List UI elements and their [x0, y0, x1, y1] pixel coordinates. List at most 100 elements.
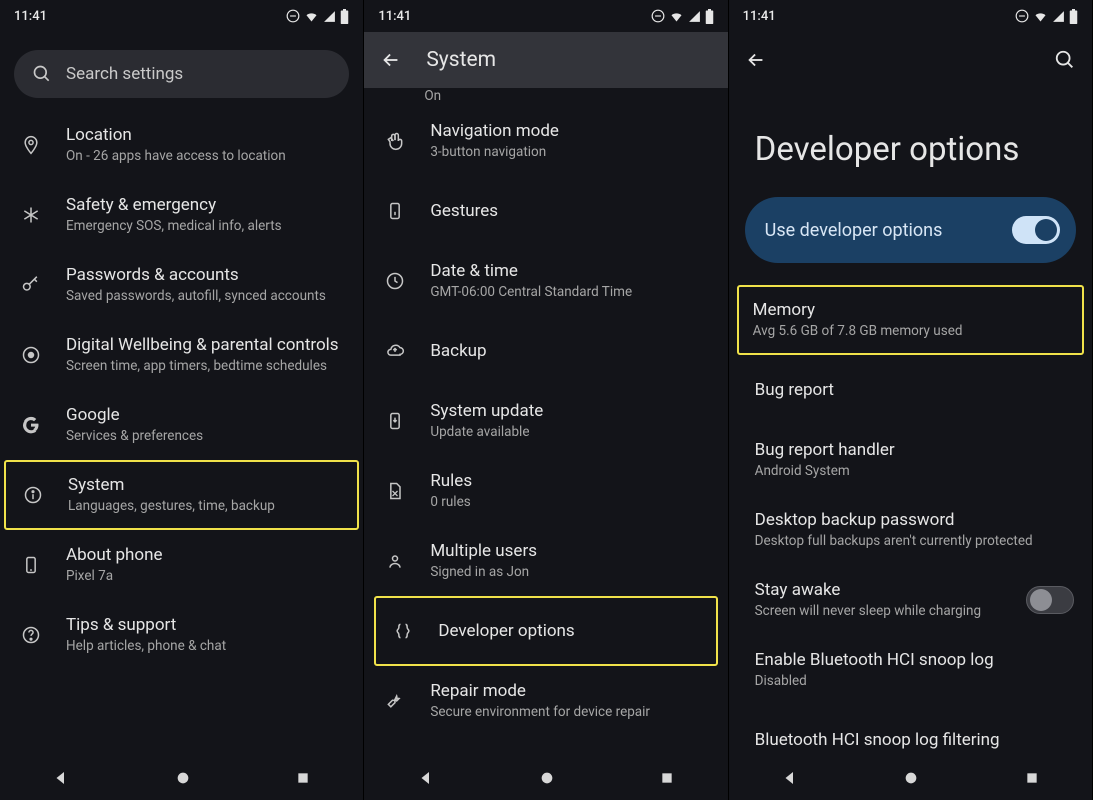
dnd-icon [286, 9, 300, 23]
update-icon [382, 411, 408, 431]
item-subtitle: Screen time, app timers, bedtime schedul… [66, 358, 345, 376]
list-item[interactable]: System updateUpdate available [364, 386, 727, 456]
nav-back-icon[interactable] [417, 769, 435, 787]
app-bar: System [364, 32, 727, 88]
nav-back-icon[interactable] [781, 769, 799, 787]
item-title: Developer options [438, 621, 697, 641]
item-subtitle: Signed in as Jon [430, 564, 709, 582]
clock-icon [382, 271, 408, 291]
toggle-switch[interactable] [1026, 586, 1074, 614]
item-title: Google [66, 405, 345, 425]
list-item[interactable]: Location On - 26 apps have access to loca… [0, 110, 363, 180]
item-title: Gestures [430, 201, 709, 221]
search-settings[interactable]: Search settings [14, 50, 349, 98]
item-subtitle: Desktop full backups aren't currently pr… [755, 533, 1074, 551]
list-item[interactable]: Bug report handlerAndroid System [729, 425, 1092, 495]
back-icon[interactable] [380, 49, 402, 71]
list-item[interactable]: Multiple users Signed in as Jon [364, 526, 727, 596]
item-title: Tips & support [66, 615, 345, 635]
phone-info-icon [18, 555, 44, 575]
nav-back-icon[interactable] [52, 769, 70, 787]
list-item[interactable]: Stay awakeScreen will never sleep while … [729, 565, 1092, 635]
item-subtitle: Update available [430, 424, 709, 442]
app-bar [729, 32, 1092, 88]
search-icon [32, 64, 52, 84]
list-item[interactable]: Date & timeGMT-06:00 Central Standard Ti… [364, 246, 727, 316]
list-item[interactable]: Enable Bluetooth HCI snoop log Disabled [729, 635, 1092, 705]
nav-recent-icon[interactable] [1024, 770, 1040, 786]
item-title: Location [66, 125, 345, 145]
nav-home-icon[interactable] [175, 770, 191, 786]
item-subtitle: Languages, gestures, time, backup [68, 498, 339, 516]
list-item[interactable]: Bug report [729, 355, 1092, 425]
status-bar: 11:41 [729, 0, 1092, 32]
system-list: Navigation mode3-button navigation Gestur… [364, 106, 727, 756]
list-item[interactable]: About phonePixel 7a [0, 530, 363, 600]
nav-home-icon[interactable] [539, 770, 555, 786]
list-item[interactable]: Repair modeSecure environment for device… [364, 666, 727, 736]
item-title: Date & time [430, 261, 709, 281]
item-subtitle: Pixel 7a [66, 568, 345, 586]
list-item[interactable]: Desktop backup password Desktop full back… [729, 495, 1092, 565]
dnd-icon [651, 9, 665, 23]
list-item[interactable]: Passwords & accounts Saved passwords, aut… [0, 250, 363, 320]
signal-icon [1052, 10, 1065, 23]
wifi-icon [669, 9, 684, 24]
wifi-icon [304, 9, 319, 24]
list-item[interactable]: Bluetooth HCI snoop log filtering [729, 705, 1092, 756]
users-icon [382, 551, 408, 571]
back-icon[interactable] [745, 49, 767, 71]
list-item[interactable]: SystemLanguages, gestures, time, backup [4, 460, 359, 530]
item-title: Enable Bluetooth HCI snoop log [755, 650, 1074, 670]
item-title: Safety & emergency [66, 195, 345, 215]
signal-icon [323, 10, 336, 23]
list-item[interactable]: Developer options [374, 596, 717, 666]
item-subtitle: Secure environment for device repair [430, 704, 709, 722]
wifi-icon [1033, 9, 1048, 24]
list-item[interactable]: Google Services & preferences [0, 390, 363, 460]
item-subtitle: Avg 5.6 GB of 7.8 GB memory used [753, 323, 1064, 341]
search-icon[interactable] [1054, 49, 1076, 71]
item-title: Multiple users [430, 541, 709, 561]
list-item[interactable]: Navigation mode3-button navigation [364, 106, 727, 176]
main-toggle-card[interactable]: Use developer options [745, 197, 1076, 263]
nav-bar [729, 756, 1092, 800]
signal-icon [688, 10, 701, 23]
nav-home-icon[interactable] [903, 770, 919, 786]
page-title: Developer options [729, 88, 1092, 197]
item-subtitle: Services & preferences [66, 428, 345, 446]
key-icon [18, 275, 44, 295]
status-icons [286, 9, 349, 24]
cloud-icon [382, 341, 408, 361]
list-item[interactable]: Backup [364, 316, 727, 386]
screen-system: 11:41 System On Navigation mode3-button … [364, 0, 728, 800]
list-item[interactable]: Digital Wellbeing & parental controlsScr… [0, 320, 363, 390]
battery-icon [340, 9, 349, 24]
item-subtitle: Disabled [755, 673, 1074, 691]
list-item[interactable]: MemoryAvg 5.6 GB of 7.8 GB memory used [737, 285, 1084, 355]
status-icons [651, 9, 714, 24]
nav-recent-icon[interactable] [295, 770, 311, 786]
item-title: Bluetooth HCI snoop log filtering [755, 730, 1074, 750]
help-icon [18, 625, 44, 645]
devoptions-list: MemoryAvg 5.6 GB of 7.8 GB memory usedBu… [729, 285, 1092, 756]
list-item[interactable]: Rules0 rules [364, 456, 727, 526]
repair-icon [382, 691, 408, 711]
item-subtitle: Android System [755, 463, 1074, 481]
list-item[interactable]: Safety & emergencyEmergency SOS, medical… [0, 180, 363, 250]
nav-recent-icon[interactable] [659, 770, 675, 786]
list-item[interactable]: Reset options [364, 736, 727, 756]
item-subtitle: On - 26 apps have access to location [66, 148, 345, 166]
main-toggle-switch[interactable] [1012, 216, 1060, 244]
item-title: Passwords & accounts [66, 265, 345, 285]
item-title: Desktop backup password [755, 510, 1074, 530]
list-item[interactable]: Tips & support Help articles, phone & cha… [0, 600, 363, 670]
item-subtitle: Saved passwords, autofill, synced accoun… [66, 288, 345, 306]
list-item[interactable]: Gestures [364, 176, 727, 246]
item-title: Stay awake [755, 580, 996, 600]
battery-icon [1069, 9, 1078, 24]
nav-bar [364, 756, 727, 800]
item-subtitle: Help articles, phone & chat [66, 638, 345, 656]
screen-developer-options: 11:41 Developer options Use developer op… [729, 0, 1093, 800]
item-subtitle: 3-button navigation [430, 144, 709, 162]
